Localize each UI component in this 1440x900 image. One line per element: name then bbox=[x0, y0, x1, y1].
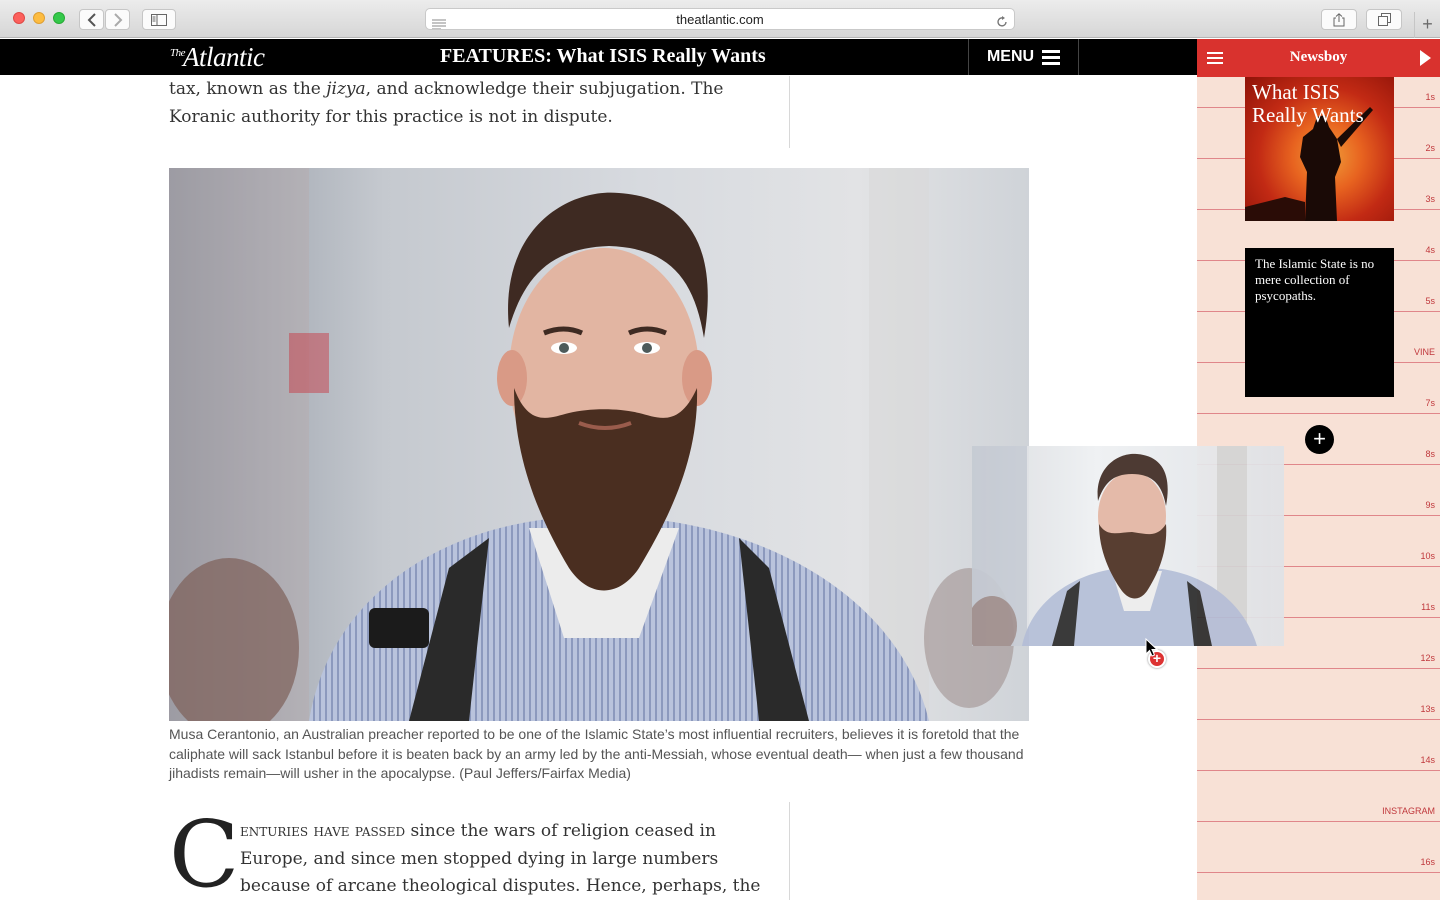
reload-icon[interactable] bbox=[996, 13, 1008, 34]
article-header-title: FEATURES: What ISIS Really Wants bbox=[440, 45, 766, 67]
story-card-title[interactable]: What ISIS Really Wants bbox=[1245, 77, 1394, 221]
atlantic-logo[interactable]: TheAtlantic bbox=[170, 42, 265, 73]
timeline-tick-label: INSTAGRAM bbox=[1382, 806, 1435, 816]
timeline-tick-label: 9s bbox=[1425, 500, 1435, 510]
dragged-photo-preview[interactable] bbox=[972, 446, 1284, 646]
url-text: theatlantic.com bbox=[676, 12, 764, 27]
share-button[interactable] bbox=[1321, 9, 1357, 30]
new-tab-button[interactable]: + bbox=[1414, 12, 1440, 38]
chevron-left-icon bbox=[87, 12, 96, 27]
minimize-window-button[interactable] bbox=[33, 12, 45, 24]
sidebar-toggle-button[interactable] bbox=[142, 9, 176, 30]
photo-caption: Musa Cerantonio, an Australian preacher … bbox=[169, 726, 1024, 781]
column-divider-lower bbox=[789, 802, 790, 900]
tabs-overview-button[interactable] bbox=[1366, 9, 1402, 30]
sidebar-icon bbox=[151, 13, 167, 26]
timeline-tick-label: 3s bbox=[1425, 194, 1435, 204]
share-icon bbox=[1333, 12, 1345, 26]
newsboy-header: Newsboy bbox=[1197, 39, 1440, 77]
timeline-tick-label: 2s bbox=[1425, 143, 1435, 153]
timeline-tick-line bbox=[1197, 668, 1440, 669]
back-button[interactable] bbox=[79, 9, 104, 30]
article-paragraph-bottom: enturies have passed since the wars of r… bbox=[240, 821, 761, 896]
drop-cap: C bbox=[169, 801, 240, 900]
timeline-tick-label: 12s bbox=[1420, 653, 1435, 663]
timeline-tick-label: 4s bbox=[1425, 245, 1435, 255]
article-photo bbox=[169, 168, 1029, 721]
portrait-illustration bbox=[169, 168, 1014, 721]
timeline-tick-label: 1s bbox=[1425, 92, 1435, 102]
forward-button[interactable] bbox=[105, 9, 130, 30]
story-card-title-text: What ISIS Really Wants bbox=[1252, 80, 1364, 127]
address-bar[interactable]: theatlantic.com bbox=[425, 8, 1015, 30]
timeline-tick-line bbox=[1197, 413, 1440, 414]
close-window-button[interactable] bbox=[13, 12, 25, 24]
timeline-tick-label: 11s bbox=[1421, 602, 1435, 612]
site-header: TheAtlantic FEATURES: What ISIS Really W… bbox=[0, 39, 1197, 75]
browser-toolbar: theatlantic.com + bbox=[0, 0, 1440, 38]
article-paragraph-top: tax, known as the jizya, and acknowledge… bbox=[169, 79, 724, 127]
story-card-quote[interactable]: The Islamic State is no mere collection … bbox=[1245, 248, 1394, 397]
timeline-tick-line bbox=[1197, 821, 1440, 822]
play-icon[interactable] bbox=[1420, 50, 1431, 66]
timeline-tick-line bbox=[1197, 770, 1440, 771]
timeline-tick-label: 14s bbox=[1420, 755, 1435, 765]
chevron-right-icon bbox=[113, 12, 122, 27]
reader-icon[interactable] bbox=[432, 14, 446, 35]
timeline-tick-line bbox=[1197, 872, 1440, 873]
add-card-button[interactable]: + bbox=[1305, 425, 1334, 454]
timeline-tick-line bbox=[1197, 719, 1440, 720]
timeline-tick-label: VINE bbox=[1413, 347, 1435, 357]
zoom-window-button[interactable] bbox=[53, 12, 65, 24]
timeline-tick-label: 8s bbox=[1425, 449, 1435, 459]
timeline-tick-label: 10s bbox=[1420, 551, 1435, 561]
story-card-quote-text: The Islamic State is no mere collection … bbox=[1255, 256, 1375, 303]
timeline-tick-label: 7s bbox=[1425, 398, 1435, 408]
timeline-tick-label: 5s bbox=[1425, 296, 1435, 306]
menu-label: MENU bbox=[986, 48, 1035, 65]
dragged-portrait-thumbnail bbox=[972, 446, 1257, 646]
tabs-icon bbox=[1377, 13, 1391, 26]
hamburger-icon bbox=[1042, 47, 1061, 68]
mouse-cursor-icon bbox=[1145, 638, 1159, 657]
timeline-tick-label: 13s bbox=[1420, 704, 1435, 714]
menu-button[interactable]: MENU bbox=[968, 39, 1079, 75]
timeline-tick-label: 16s bbox=[1420, 857, 1435, 867]
column-divider bbox=[789, 76, 790, 148]
newsboy-title: Newsboy bbox=[1289, 49, 1348, 65]
